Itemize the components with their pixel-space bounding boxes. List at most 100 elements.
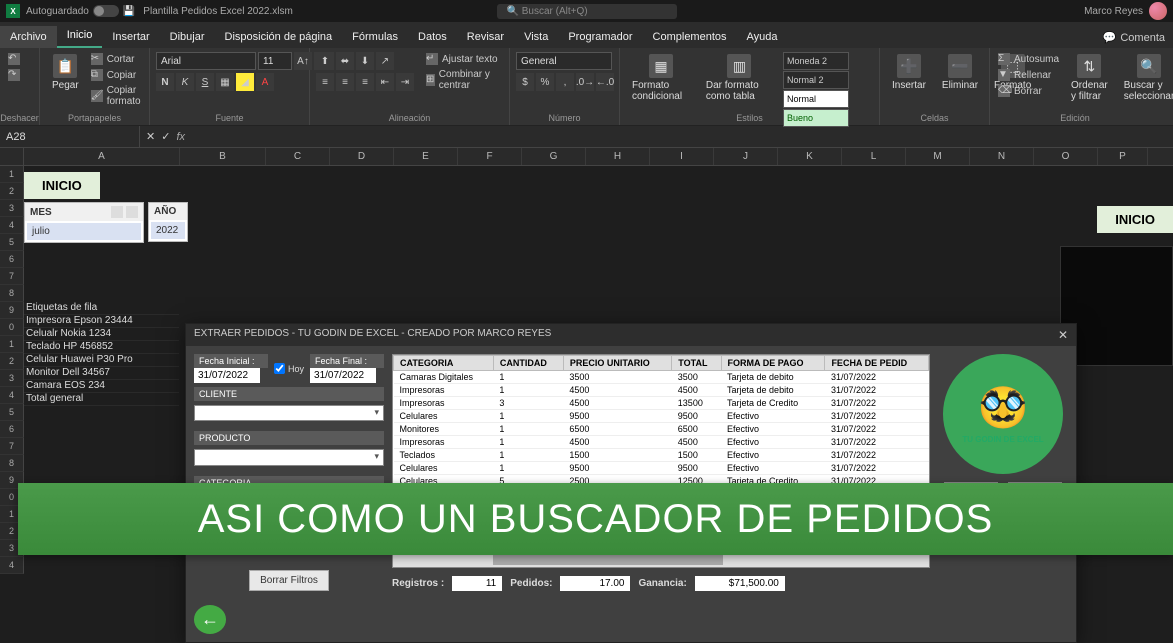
font-color[interactable]: A [256,73,274,91]
avatar[interactable] [1149,2,1167,20]
table-row[interactable]: Teclados115001500Efectivo31/07/2022 [394,449,929,462]
dec-decimal[interactable]: ←.0 [596,73,614,91]
producto-combo[interactable] [194,449,384,465]
table-row[interactable]: Celulares195009500Efectivo31/07/2022 [394,462,929,475]
search-input[interactable]: 🔍 Buscar (Alt+Q) [497,4,677,19]
table-row[interactable]: Camaras Digitales135003500Tarjeta de deb… [394,371,929,384]
indent-inc[interactable]: ⇥ [396,73,414,91]
autosum[interactable]: ΣAutosuma [996,52,1061,66]
sheet-inicio-label: INICIO [24,172,100,199]
table-row[interactable]: Impresoras145004500Efectivo31/07/2022 [394,436,929,449]
merge-center[interactable]: ⊞Combinar y centrar [424,68,503,92]
find-select[interactable]: 🔍Buscar y seleccionar [1118,52,1173,104]
file-name: Plantilla Pedidos Excel 2022.xlsm [143,6,293,17]
fill[interactable]: ▼Rellenar [996,68,1061,82]
results-hscrollbar[interactable] [392,554,930,568]
fecha-inicial-input[interactable]: 31/07/2022 [194,368,260,383]
cancel-fx-icon[interactable]: ✕ [146,130,155,143]
format-as-table[interactable]: ▥Dar formato como tabla [700,52,779,104]
redo-button[interactable]: ↷ [6,68,22,82]
tab-programador[interactable]: Programador [558,26,642,48]
multiselect-icon[interactable] [111,206,123,218]
fecha-final-input[interactable]: 31/07/2022 [310,368,376,383]
underline-button[interactable]: S [196,73,214,91]
pivot-row: Camara EOS 234 [24,380,179,393]
fill-color[interactable]: ◢ [236,73,254,91]
undo-button[interactable]: ↶ [6,52,22,66]
pedidos-value: 17.00 [560,576,630,591]
inc-decimal[interactable]: .0→ [576,73,594,91]
slicer-ano[interactable]: AÑO 2022 [148,202,188,242]
align-right[interactable]: ≡ [356,73,374,91]
font-size-combo[interactable]: 11 [258,52,292,70]
tab-revisar[interactable]: Revisar [457,26,514,48]
align-top[interactable]: ⬆ [316,52,334,70]
sort-filter[interactable]: ⇅Ordenar y filtrar [1065,52,1114,104]
pivot-row: Total general [24,393,179,406]
wrap-text[interactable]: ↵Ajustar texto [424,52,503,66]
delete-cells[interactable]: ➖Eliminar [936,52,984,93]
number-format-combo[interactable]: General [516,52,612,70]
clear[interactable]: ⌫Borrar [996,84,1061,98]
conditional-format[interactable]: ▦Formato condicional [626,52,696,104]
tab-formulas[interactable]: Fórmulas [342,26,408,48]
indent-dec[interactable]: ⇤ [376,73,394,91]
insert-cells[interactable]: ➕Insertar [886,52,932,93]
paste-button[interactable]: 📋Pegar [46,52,85,93]
save-icon[interactable]: 💾 [123,6,135,17]
align-left[interactable]: ≡ [316,73,334,91]
hoy-checkbox[interactable]: Hoy [274,363,304,374]
border-button[interactable]: ▦ [216,73,234,91]
tab-ayuda[interactable]: Ayuda [737,26,788,48]
cliente-combo[interactable] [194,405,384,421]
select-all-corner[interactable] [0,148,24,165]
confirm-fx-icon[interactable]: ✓ [161,130,170,143]
align-center[interactable]: ≡ [336,73,354,91]
tab-dibujar[interactable]: Dibujar [160,26,215,48]
comma-button[interactable]: , [556,73,574,91]
tab-file[interactable]: Archivo [0,26,57,48]
percent-button[interactable]: % [536,73,554,91]
table-row[interactable]: Impresoras145004500Tarjeta de debito31/0… [394,384,929,397]
bold-button[interactable]: N [156,73,174,91]
font-name-combo[interactable]: Arial [156,52,256,70]
cut-button[interactable]: ✂Cortar [89,52,143,66]
fx-icon[interactable]: fx [176,131,185,143]
clear-filter-icon[interactable] [126,206,138,218]
name-box[interactable]: A28 [0,126,140,147]
tab-inicio[interactable]: Inicio [57,24,103,48]
table-row[interactable]: Impresoras3450013500Tarjeta de Credito31… [394,397,929,410]
sheet-inicio-label-right: INICIO [1097,206,1173,233]
copy-button[interactable]: ⧉Copiar [89,68,143,82]
align-bottom[interactable]: ⬇ [356,52,374,70]
tab-disposicion[interactable]: Disposición de página [215,26,343,48]
caption-banner: ASI COMO UN BUSCADOR DE PEDIDOS [18,483,1173,555]
orientation[interactable]: ↗ [376,52,394,70]
column-headers: A B C D E F G H I J K L M N O P [0,148,1173,166]
ribbon: ↶ ↷ Deshacer 📋Pegar ✂Cortar ⧉Copiar 🖌Cop… [0,48,1173,126]
borrar-filtros-button[interactable]: Borrar Filtros [249,570,329,591]
excel-icon: X [6,4,20,18]
currency-button[interactable]: $ [516,73,534,91]
tab-complementos[interactable]: Complementos [643,26,737,48]
back-button[interactable]: ← [194,605,226,634]
table-row[interactable]: Monitores165006500Efectivo31/07/2022 [394,423,929,436]
close-icon[interactable]: ✕ [1058,328,1068,342]
table-row[interactable]: Celulares195009500Efectivo31/07/2022 [394,410,929,423]
tab-insertar[interactable]: Insertar [102,26,159,48]
user-name: Marco Reyes [1084,6,1143,17]
tab-datos[interactable]: Datos [408,26,457,48]
comments-button[interactable]: 💬 Comenta [1095,27,1173,48]
tab-vista[interactable]: Vista [514,26,558,48]
italic-button[interactable]: K [176,73,194,91]
format-painter[interactable]: 🖌Copiar formato [89,84,143,108]
group-undo: Deshacer [0,113,39,123]
slicer-ano-item[interactable]: 2022 [151,222,185,239]
pivot-row: Etiquetas de fila [24,302,179,315]
slicer-mes[interactable]: MES julio [24,202,144,243]
dialog-title: EXTRAER PEDIDOS - TU GODIN DE EXCEL - CR… [194,328,551,342]
slicer-mes-item[interactable]: julio [27,223,141,240]
align-middle[interactable]: ⬌ [336,52,354,70]
autosave-toggle[interactable] [93,5,119,17]
logo-godin: 🥸 TU GODIN DE EXCEL [943,354,1063,474]
